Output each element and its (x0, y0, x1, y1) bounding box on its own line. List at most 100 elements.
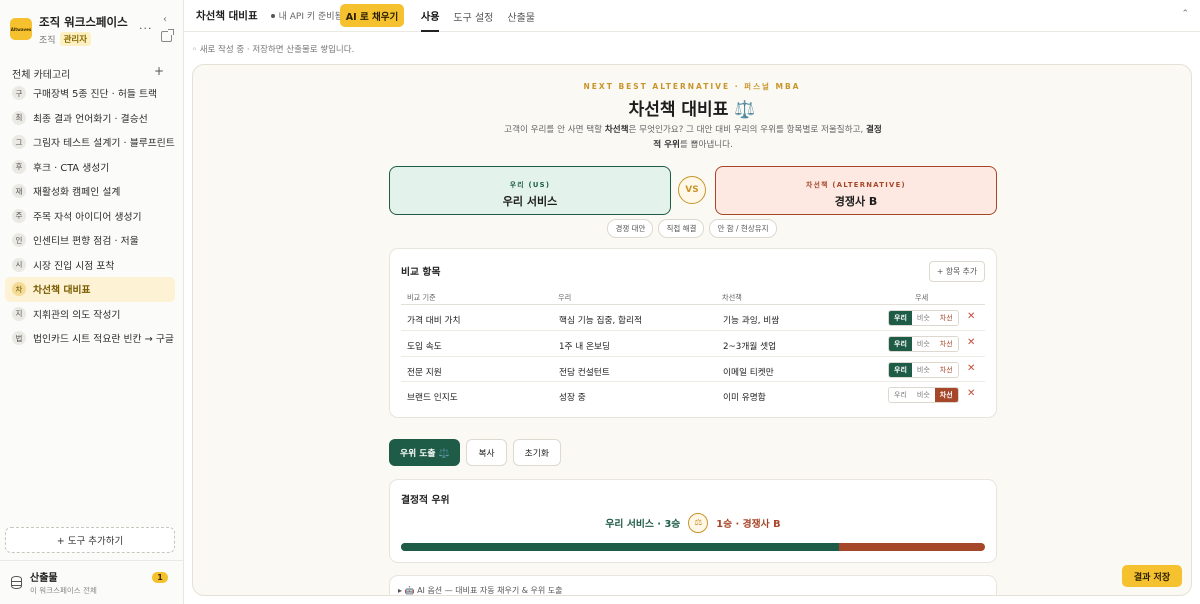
sidebar-item-label: 후크 · CTA 생성기 (33, 162, 110, 174)
advantage-option-us[interactable]: 우리 (889, 388, 912, 403)
alternative-name: 경쟁사 B (834, 195, 878, 208)
advantage-option-even[interactable]: 비슷 (911, 336, 935, 351)
advantage-option-alt[interactable]: 차선 (934, 362, 958, 377)
sidebar-item[interactable]: 구 구매장벽 5종 진단 · 허들 트랙 (5, 81, 175, 106)
score-bar-us-fill (401, 543, 839, 551)
ai-options-panel[interactable]: ▸ 🤖 AI 옵션 — 대비표 자동 채우기 & 우위 도출 (389, 575, 997, 595)
cell-alt[interactable]: 이메일 티켓만 (723, 365, 774, 378)
us-side-box[interactable]: 우리 (US) 우리 서비스 (389, 166, 671, 215)
cell-us[interactable]: 1주 내 온보딩 (559, 339, 610, 352)
tab[interactable]: 사용 (421, 0, 440, 32)
sidebar-item-initial: 지 (12, 306, 26, 321)
cell-us[interactable]: 전담 컨설턴트 (559, 365, 610, 378)
advantage-option-alt[interactable]: 차선 (934, 336, 958, 351)
cell-criterion[interactable]: 도입 속도 (407, 339, 442, 352)
sidebar-item[interactable]: 차 차선책 대비표 (5, 277, 175, 302)
advantage-toggle: 우리 비슷 차선 (888, 310, 959, 326)
sidebar-item[interactable]: 지 지휘관의 의도 작성기 (5, 302, 175, 327)
sidebar: Altwaves 조직 워크스페이스 조직 관리자 ··· ‹ 전체 카테고리 … (0, 0, 184, 604)
advantage-option-alt[interactable]: 차선 (934, 311, 958, 325)
cell-us[interactable]: 성장 중 (559, 390, 586, 403)
tab[interactable]: 산출물 (507, 0, 535, 32)
sidebar-item-label: 재활성화 캠페인 설계 (33, 187, 121, 199)
add-category-icon[interactable]: + (154, 65, 164, 81)
advantage-option-us[interactable]: 우리 (889, 311, 912, 325)
advantage-option-us[interactable]: 우리 (889, 336, 912, 351)
alternative-type-chip[interactable]: 경쟁 대안 (607, 219, 654, 238)
delete-row-icon[interactable]: ✕ (967, 363, 975, 374)
outputs-count-badge: 1 (152, 572, 168, 583)
derive-advantage-button[interactable]: 우위 도출 ⚖️ (389, 439, 461, 466)
cell-alt[interactable]: 기능 과잉, 비쌈 (723, 313, 779, 326)
comparison-header: 비교 기준 우리 차선책 우세 (401, 291, 985, 305)
vs-badge: VS (678, 176, 706, 204)
save-result-button[interactable]: 결과 저장 (1122, 565, 1182, 587)
sidebar-item[interactable]: 후 후크 · CTA 생성기 (5, 155, 175, 180)
cell-alt[interactable]: 이미 유명함 (723, 390, 766, 403)
ai-options-label: ▸ 🤖 AI 옵션 — 대비표 자동 채우기 & 우위 도출 (398, 586, 563, 595)
workspace-header[interactable]: Altwaves 조직 워크스페이스 조직 관리자 (0, 0, 183, 52)
cell-criterion[interactable]: 가격 대비 가치 (407, 313, 460, 326)
cell-criterion[interactable]: 브랜드 인지도 (407, 390, 458, 403)
category-header-label: 전체 카테고리 (12, 70, 71, 81)
collapse-header-icon[interactable]: ⌃ (1181, 9, 1189, 19)
desc-text-3: 를 뽑아냅니다. (679, 140, 733, 150)
advantage-toggle: 우리 비슷 차선 (888, 361, 959, 378)
advantage-toggle: 우리 비슷 차선 (888, 335, 959, 352)
advantage-option-alt[interactable]: 차선 (934, 388, 958, 403)
cell-criterion[interactable]: 전문 지원 (407, 365, 442, 378)
comparison-row: 전문 지원 전담 컨설턴트 이메일 티켓만 우리 비슷 차선 ✕ (401, 357, 985, 383)
advantage-toggle: 우리 비슷 차선 (888, 387, 959, 404)
sidebar-item[interactable]: 최 최종 결과 언어화기 · 결승선 (5, 106, 175, 131)
delete-row-icon[interactable]: ✕ (967, 311, 975, 322)
advantage-option-even[interactable]: 비슷 (911, 311, 935, 325)
api-key-status: 내 API 키 준비됨 (270, 9, 343, 22)
outputs-title: 산출물 (30, 573, 58, 584)
alternative-label: 차선책 (ALTERNATIVE) (806, 181, 906, 189)
alternative-type-chips: 경쟁 대안 직접 해결 안 함 / 현상유지 (193, 219, 1191, 238)
cell-us[interactable]: 핵심 기능 집중, 합리적 (559, 313, 642, 326)
action-buttons: 우위 도출 ⚖️ 복사 초기화 (389, 439, 561, 466)
comparison-row: 브랜드 인지도 성장 중 이미 유명함 우리 비슷 차선 ✕ (401, 382, 985, 408)
collapse-sidebar-icon[interactable]: ‹ (163, 14, 167, 25)
tool-eyebrow: NEXT BEST ALTERNATIVE · 퍼스널 MBA (583, 82, 801, 91)
sidebar-item[interactable]: 법 법인카드 시트 적요란 빈칸 → 구글... (5, 326, 175, 351)
copy-button[interactable]: 복사 (466, 439, 507, 466)
sidebar-item[interactable]: 인 인센티브 편향 점검 · 저울 (5, 228, 175, 253)
tool-heading: 차선책 대비표 ⚖️ (628, 100, 756, 120)
comparison-card: 비교 항목 + 항목 추가 비교 기준 우리 차선책 우세 가격 대비 가치 핵심… (389, 248, 997, 418)
us-label: 우리 (US) (509, 181, 551, 189)
score-row: 우리 서비스 · 3승 ⚖ 1승 · 경쟁사 B (390, 513, 996, 533)
sidebar-item[interactable]: 그 그림자 테스트 설계기 · 블루프린트 (5, 130, 175, 155)
comparison-title: 비교 항목 (401, 267, 441, 278)
outputs-link[interactable]: 산출물 이 워크스페이스 전체 1 (0, 560, 184, 604)
add-row-button[interactable]: + 항목 추가 (928, 261, 985, 282)
more-icon[interactable]: ··· (139, 22, 153, 35)
delete-row-icon[interactable]: ✕ (967, 388, 975, 399)
comparison-row: 도입 속도 1주 내 온보딩 2~3개월 셋업 우리 비슷 차선 ✕ (401, 331, 985, 357)
tool-card: NEXT BEST ALTERNATIVE · 퍼스널 MBA 차선책 대비표 … (192, 64, 1192, 596)
main-content: 차선책 대비표 내 API 키 준비됨 AI 로 채우기 사용 도구 설정 산출물 … (184, 0, 1200, 604)
alternative-type-chip[interactable]: 직접 해결 (658, 219, 705, 238)
sidebar-item-initial: 인 (12, 233, 26, 248)
advantage-option-even[interactable]: 비슷 (911, 362, 935, 377)
add-tool-button[interactable]: + 도구 추가하기 (5, 527, 175, 553)
ai-fill-button[interactable]: AI 로 채우기 (340, 4, 404, 27)
alternative-side-box[interactable]: 차선책 (ALTERNATIVE) 경쟁사 B (715, 166, 997, 215)
reset-button[interactable]: 초기화 (512, 439, 561, 466)
external-link-icon[interactable] (161, 29, 174, 42)
alternative-type-chip[interactable]: 안 함 / 현상유지 (709, 219, 777, 238)
alternative-score: 1승 · 경쟁사 B (716, 519, 781, 530)
sidebar-item-label: 시장 진입 시점 포착 (33, 260, 115, 272)
header-criterion: 비교 기준 (407, 293, 436, 302)
desc-text-2: 은 무엇인가요? 그 대안 대비 우리의 우위를 항목별로 저울질하고, (628, 125, 866, 135)
advantage-option-even[interactable]: 비슷 (911, 388, 935, 403)
sidebar-item-label: 지휘관의 의도 작성기 (33, 309, 121, 321)
delete-row-icon[interactable]: ✕ (967, 337, 975, 348)
sidebar-item[interactable]: 시 시장 진입 시점 포착 (5, 253, 175, 278)
cell-alt[interactable]: 2~3개월 셋업 (723, 339, 776, 352)
sidebar-item[interactable]: 주 주목 자석 아이디어 생성기 (5, 204, 175, 229)
tab[interactable]: 도구 설정 (453, 0, 493, 32)
advantage-option-us[interactable]: 우리 (889, 362, 912, 377)
sidebar-item[interactable]: 재 재활성화 캠페인 설계 (5, 179, 175, 204)
